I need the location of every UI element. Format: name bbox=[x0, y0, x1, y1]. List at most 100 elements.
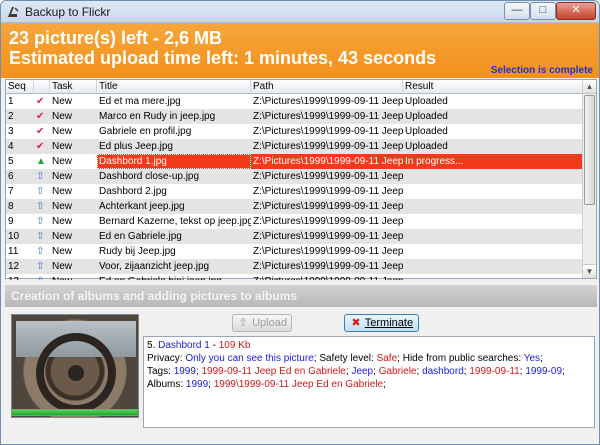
checkmark-icon: ✔ bbox=[36, 141, 45, 152]
selection-status: Selection is complete bbox=[490, 65, 593, 76]
cell-status: ✔ bbox=[34, 124, 50, 139]
scroll-down-icon[interactable]: ▼ bbox=[583, 264, 596, 278]
table-row[interactable]: 13⇧ NewEd en Gabriele binj jeep.jpgZ:\Pic… bbox=[6, 274, 583, 280]
table-row[interactable]: 3 ✔ New Gabriele en profil.jpg Z:\Pictures\1… bbox=[6, 124, 583, 139]
cell-result bbox=[403, 244, 583, 259]
table-row[interactable]: 10 ⇧ New Ed en Gabriele.jpg Z:\Pictures\1999… bbox=[6, 229, 583, 244]
cell-task: New bbox=[52, 171, 73, 182]
cell-result bbox=[403, 274, 583, 280]
table-row[interactable]: 5 ▲ New Dashbord 1.jpg Z:\Pictures\1999\1999… bbox=[6, 154, 583, 169]
upload-summary-header: 23 picture(s) left - 2,6 MB Estimated up… bbox=[1, 23, 599, 78]
table-row[interactable]: 12 ⇧ New Voor, zijaanzicht jeep.jpg Z:\Pictu… bbox=[6, 259, 583, 274]
cell-seq: 11 bbox=[8, 246, 19, 257]
cell-seq: 5 bbox=[8, 156, 14, 167]
scroll-up-icon[interactable]: ▲ bbox=[583, 80, 596, 94]
pending-upload-icon: ⇧ bbox=[36, 201, 45, 212]
cell-task: New bbox=[52, 156, 73, 167]
tag-item: Jeep bbox=[351, 366, 374, 377]
checkmark-icon: ✔ bbox=[36, 111, 45, 122]
cell-title: Dashbord 1.jpg bbox=[97, 154, 251, 169]
column-header-seq[interactable]: Seq bbox=[6, 80, 34, 94]
title-bar[interactable]: Backup to Flickr — □ ✕ bbox=[1, 1, 599, 23]
table-body: 1 ✔ New Ed et ma mere.jpg Z:\Pictures\1999\1… bbox=[6, 94, 583, 280]
cell-seq: 2 bbox=[8, 111, 14, 122]
time-left-text: Estimated upload time left: 1 minutes, 4… bbox=[9, 48, 437, 68]
privacy-value: Only you can see this picture bbox=[185, 353, 314, 364]
column-header-status[interactable] bbox=[34, 80, 50, 94]
table-row[interactable]: 11 ⇧ New Rudy bij Jeep.jpg Z:\Pictures\1999\… bbox=[6, 244, 583, 259]
picture-details-panel: 5. Dashbord 1 - 109 Kb Privacy: Only you… bbox=[143, 336, 595, 428]
cell-path: Z:\Pictures\1999\1999-09-11 Jeep Ed en bbox=[253, 246, 403, 257]
cell-path: Z:\Pictures\1999\1999-09-11 Jeep Ed en bbox=[253, 111, 403, 122]
upload-table[interactable]: Seq Task Title Path Result 1 ✔ New Ed et ma… bbox=[5, 79, 597, 280]
tag-item: 1999-09-11 Jeep Ed en Gabriele bbox=[201, 366, 346, 377]
tag-item: 1999 bbox=[173, 366, 196, 377]
cell-task: New bbox=[52, 261, 73, 272]
table-row[interactable]: 1 ✔ New Ed et ma mere.jpg Z:\Pictures\1999\1… bbox=[6, 94, 583, 109]
upload-progress-fill bbox=[12, 410, 138, 415]
table-row[interactable]: 8 ⇧ New Achterkant jeep.jpg Z:\Pictures\1999… bbox=[6, 199, 583, 214]
pictures-left-text: 23 picture(s) left - 2,6 MB bbox=[9, 28, 223, 48]
cell-path: Z:\Pictures\1999\1999-09-11 Jeep Ed en bbox=[253, 171, 403, 182]
cell-seq: 6 bbox=[8, 171, 14, 182]
cell-status: ▲ bbox=[34, 154, 50, 169]
cell-seq: 9 bbox=[8, 216, 14, 227]
cell-seq: 7 bbox=[8, 186, 14, 197]
album-item: 1999 bbox=[185, 379, 209, 390]
column-header-title[interactable]: Title bbox=[97, 80, 251, 94]
maximize-button[interactable]: □ bbox=[530, 2, 556, 20]
checkmark-icon: ✔ bbox=[36, 96, 45, 107]
cell-status: ⇧ bbox=[34, 214, 50, 229]
current-picture-thumbnail bbox=[11, 314, 139, 418]
cell-path: Z:\Pictures\1999\1999-09-11 Jeep Ed en bbox=[253, 261, 403, 272]
app-icon bbox=[8, 7, 19, 17]
cell-seq: 12 bbox=[8, 261, 20, 272]
cell-task: New bbox=[52, 111, 73, 122]
cell-result bbox=[403, 169, 583, 184]
cell-task: New bbox=[52, 141, 73, 152]
pending-upload-icon: ⇧ bbox=[36, 216, 45, 227]
table-row[interactable]: 2 ✔ New Marco en Rudy in jeep.jpg Z:\Picture… bbox=[6, 109, 583, 124]
terminate-button[interactable]: ✖ Terminate bbox=[344, 314, 419, 332]
cell-title: Dashbord close-up.jpg bbox=[99, 171, 200, 182]
app-window: Backup to Flickr — □ ✕ 23 picture(s) lef… bbox=[0, 0, 600, 445]
cell-title: Rudy bij Jeep.jpg bbox=[99, 246, 176, 257]
cell-title: Ed en Gabriele binj jeep.jpg bbox=[97, 274, 251, 280]
table-row[interactable]: 6 ⇧ New Dashbord close-up.jpg Z:\Pictures\19… bbox=[6, 169, 583, 184]
cell-title: Ed plus Jeep.jpg bbox=[99, 141, 173, 152]
table-scrollbar[interactable]: ▲ ▼ bbox=[582, 80, 596, 278]
tag-item: dashbord bbox=[422, 366, 464, 377]
column-header-task[interactable]: Task bbox=[50, 80, 97, 94]
cell-status: ⇧ bbox=[34, 169, 50, 184]
column-header-result[interactable]: Result bbox=[403, 80, 583, 94]
cell-result bbox=[403, 199, 583, 214]
cell-task: New bbox=[52, 186, 73, 197]
checkmark-icon: ✔ bbox=[36, 126, 45, 137]
table-row[interactable]: 9 ⇧ New Bernard Kazerne, tekst op jeep.jpg Z… bbox=[6, 214, 583, 229]
pending-upload-icon: ⇧ bbox=[36, 186, 45, 197]
cell-result bbox=[403, 259, 583, 274]
tag-item: 1999-09-11 bbox=[469, 366, 520, 377]
upload-progress-bar bbox=[11, 409, 139, 416]
cell-result: Uploaded bbox=[405, 141, 448, 152]
cell-path: Z:\Pictures\1999\1999-09-11 Jeep Ed en bbox=[253, 231, 403, 242]
table-row[interactable]: 4 ✔ New Ed plus Jeep.jpg Z:\Pictures\1999\19… bbox=[6, 139, 583, 154]
upload-button[interactable]: ⇧ Upload bbox=[232, 314, 292, 332]
table-row[interactable]: 7 ⇧ New Dashbord 2.jpg Z:\Pictures\1999\1999… bbox=[6, 184, 583, 199]
upload-icon: ⇧ bbox=[238, 317, 248, 329]
cell-seq: 13 bbox=[6, 274, 34, 280]
cell-task: New bbox=[52, 201, 73, 212]
close-button[interactable]: ✕ bbox=[556, 2, 596, 20]
cell-path: Z:\Pictures\1999\1999-09-11 Jeep Ed en bbox=[251, 274, 403, 280]
cell-status: ⇧ bbox=[34, 184, 50, 199]
cell-seq: 1 bbox=[8, 96, 14, 107]
cell-result bbox=[403, 184, 583, 199]
tag-item: Gabriele bbox=[378, 366, 417, 377]
upload-button-label: Upload bbox=[252, 317, 287, 329]
cell-task: New bbox=[52, 246, 73, 257]
cell-title: Achterkant jeep.jpg bbox=[99, 201, 185, 212]
minimize-button[interactable]: — bbox=[504, 2, 530, 20]
column-header-path[interactable]: Path bbox=[251, 80, 403, 94]
details-tags-line: Tags: 1999; 1999-09-11 Jeep Ed en Gabrie… bbox=[147, 366, 565, 377]
scroll-thumb[interactable] bbox=[584, 95, 595, 205]
